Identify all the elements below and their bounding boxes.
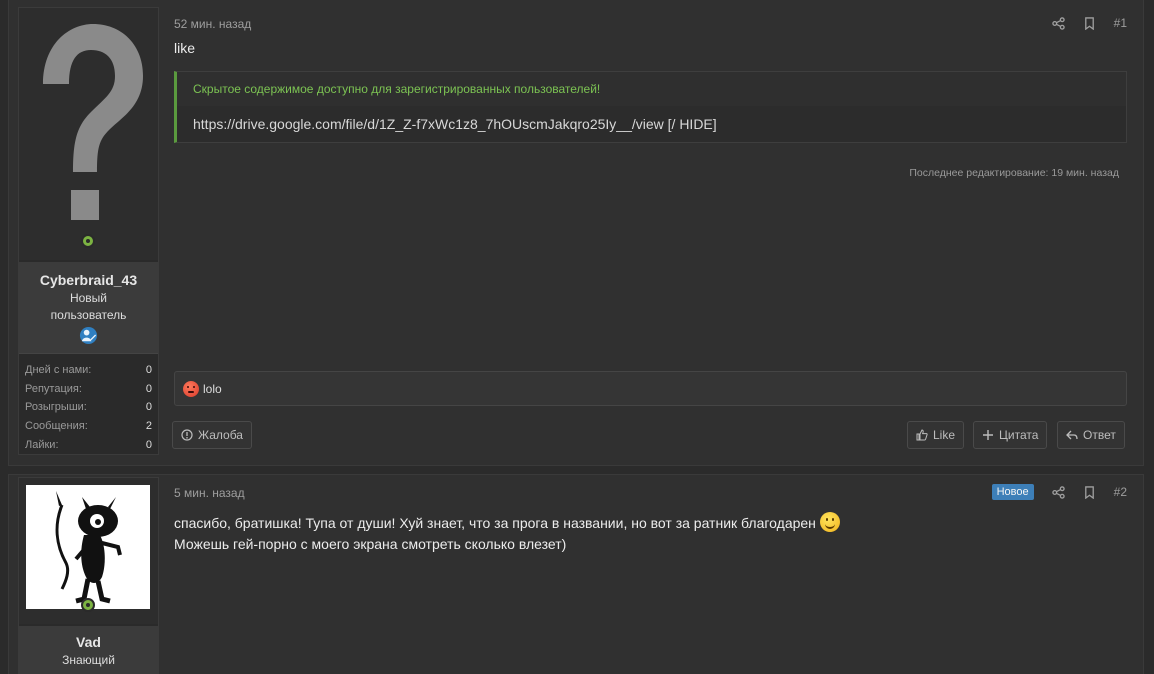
reactions-bar[interactable]: lolo	[174, 371, 1127, 406]
like-button[interactable]: Like	[907, 421, 965, 449]
user-badge-icon	[79, 326, 98, 345]
smile-emoji-icon	[819, 512, 840, 532]
post-actions: Новое #2	[991, 484, 1127, 500]
post-time[interactable]: 5 мин. назад	[174, 486, 245, 500]
avatar-image	[26, 485, 150, 609]
post-1-user-cell: Cyberbraid_43 Новый пользователь Дней с …	[18, 7, 159, 455]
post-time[interactable]: 52 мин. назад	[174, 17, 251, 31]
default-avatar-question-icon	[43, 24, 143, 220]
new-badge: Новое	[991, 484, 1034, 500]
user-info: Cyberbraid_43 Новый пользователь	[19, 262, 158, 354]
post-text-line1: спасибо, братишка! Тупа от души! Хуй зна…	[174, 515, 816, 531]
username[interactable]: Cyberbraid_43	[19, 272, 158, 288]
post-1-body: 52 мин. назад #1 like Скрытое содержимое…	[174, 0, 1127, 467]
avatar[interactable]	[19, 8, 158, 260]
post-2-user-cell: Vad Знающий	[18, 477, 159, 674]
demon-avatar-icon	[55, 491, 122, 604]
stat-row: Дней с нами: 0	[25, 364, 152, 376]
share-icon[interactable]	[1051, 485, 1065, 499]
avatar[interactable]	[19, 478, 158, 624]
bookmark-icon[interactable]	[1083, 485, 1096, 499]
post-text-line2: Можешь гей-порно с моего экрана смотреть…	[174, 536, 567, 552]
bookmark-icon[interactable]	[1083, 16, 1096, 30]
quote-button[interactable]: Цитата	[973, 421, 1048, 449]
plus-icon	[983, 430, 993, 440]
user-title: Знающий	[62, 653, 115, 667]
stat-row: Репутация: 0	[25, 382, 152, 395]
post-text: спасибо, братишка! Тупа от души! Хуй зна…	[174, 512, 840, 555]
thumbs-up-icon	[916, 429, 928, 441]
angry-emoji-icon	[183, 380, 199, 397]
post-2-body: 5 мин. назад Новое #2 спасибо, братишка!…	[174, 475, 1127, 674]
reaction-users[interactable]: lolo	[203, 382, 222, 396]
user-info: Vad Знающий	[19, 626, 158, 674]
user-title-line1: Новый	[69, 291, 108, 305]
hidden-content-header: Скрытое содержимое доступно для зарегист…	[177, 72, 1126, 106]
post-1: Cyberbraid_43 Новый пользователь Дней с …	[8, 0, 1144, 466]
report-icon	[181, 429, 193, 441]
post-text: like	[174, 40, 196, 56]
stat-row: Сообщения: 2	[25, 420, 152, 433]
last-edited: Последнее редактирование: 19 мин. назад	[909, 167, 1119, 179]
online-status-icon	[81, 598, 95, 612]
report-button[interactable]: Жалоба	[172, 421, 252, 449]
reply-icon	[1066, 430, 1078, 440]
online-status-icon	[81, 234, 95, 248]
stat-row: Лайки: 0	[25, 438, 152, 451]
hidden-content-link[interactable]: https://drive.google.com/file/d/1Z_Z-f7x…	[193, 116, 717, 132]
post-number[interactable]: #2	[1114, 485, 1127, 499]
hidden-content-block: Скрытое содержимое доступно для зарегист…	[174, 71, 1127, 143]
user-stats: Дней с нами: 0 Репутация: 0 Розыгрыши: 0 Со…	[19, 353, 158, 455]
reply-button[interactable]: Ответ	[1057, 421, 1125, 449]
share-icon[interactable]	[1051, 16, 1065, 30]
stat-row: Розыгрыши: 0	[25, 401, 152, 414]
post-2: Vad Знающий 5 мин. назад Новое #2 спасиб…	[8, 474, 1144, 674]
username[interactable]: Vad	[19, 634, 158, 650]
user-title-line2: пользователь	[50, 308, 127, 322]
post-actions: #1	[1051, 16, 1127, 30]
post-number[interactable]: #1	[1114, 16, 1127, 30]
